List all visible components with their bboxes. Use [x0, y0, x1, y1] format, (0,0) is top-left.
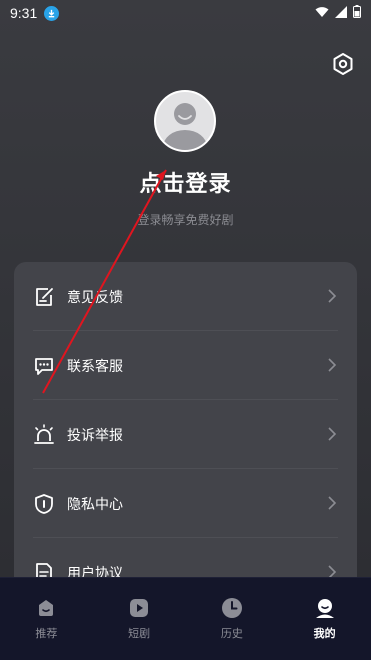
download-icon: [44, 5, 60, 21]
login-subtitle: 登录畅享免费好剧: [137, 213, 234, 227]
chevron-right-icon: [328, 496, 337, 510]
settings-button[interactable]: [331, 52, 355, 76]
menu-item-report[interactable]: 投诉举报: [14, 400, 357, 469]
avatar[interactable]: [154, 90, 216, 152]
menu-item-label: 联系客服: [67, 358, 123, 375]
tab-mine[interactable]: 我的: [278, 578, 371, 660]
clock-icon: [221, 598, 242, 618]
chevron-right-icon: [328, 289, 337, 303]
menu-item-label: 意见反馈: [67, 289, 123, 306]
tab-recommend[interactable]: 推荐: [0, 578, 93, 660]
bottom-tab-bar: 推荐 短剧 历史 我的: [0, 577, 371, 660]
play-icon: [130, 599, 149, 617]
home-icon: [39, 600, 54, 616]
default-avatar-icon: [163, 103, 207, 150]
menu-item-feedback[interactable]: 意见反馈: [14, 262, 357, 331]
tab-history[interactable]: 历史: [186, 578, 279, 660]
chevron-right-icon: [328, 427, 337, 441]
tab-label: 推荐: [35, 627, 58, 640]
chat-icon: [35, 357, 53, 375]
alarm-icon: [34, 423, 54, 444]
login-title[interactable]: 点击登录: [0, 166, 371, 198]
menu-item-label: 隐私中心: [67, 496, 123, 513]
shield-icon: [35, 493, 53, 514]
signal-icon: [335, 5, 347, 22]
tab-label: 我的: [313, 627, 336, 640]
tab-label: 历史: [220, 627, 243, 640]
tab-label: 短剧: [128, 627, 151, 640]
gear-icon: [333, 53, 353, 75]
menu-item-privacy[interactable]: 隐私中心: [14, 469, 357, 538]
battery-icon: [353, 5, 361, 22]
feedback-icon: [36, 287, 53, 306]
tab-short-drama[interactable]: 短剧: [93, 578, 186, 660]
status-bar: 9:31: [0, 0, 371, 26]
status-time: 9:31: [10, 5, 38, 21]
menu-item-customer-service[interactable]: 联系客服: [14, 331, 357, 400]
wifi-icon: [315, 6, 329, 22]
chevron-right-icon: [328, 358, 337, 372]
menu-item-label: 投诉举报: [67, 427, 123, 444]
profile-icon: [315, 599, 334, 618]
